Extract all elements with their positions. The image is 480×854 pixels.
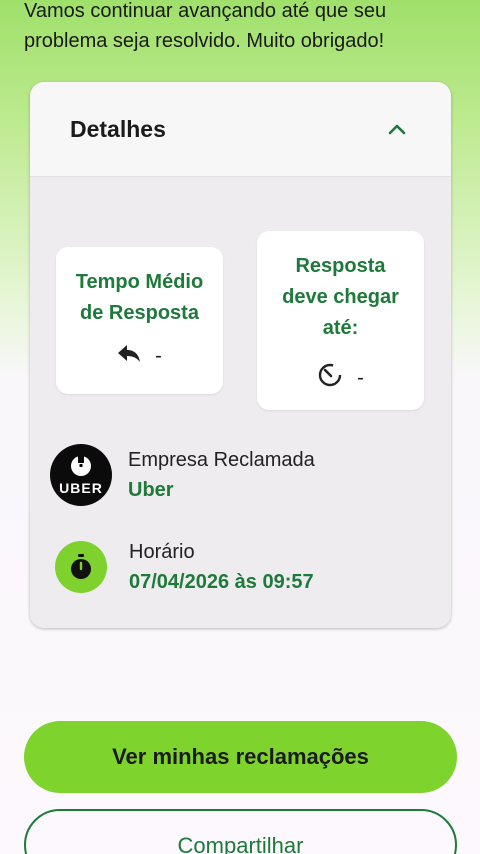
share-button[interactable]: Compartilhar — [24, 809, 457, 854]
stopwatch-icon — [55, 541, 107, 593]
avg-response-title: Tempo Médio de Resposta — [75, 271, 204, 324]
reply-arrow-icon — [117, 343, 141, 369]
details-header[interactable]: Detalhes — [30, 82, 451, 177]
uber-logo-text: UBER — [59, 480, 103, 496]
intro-text: Vamos continuar avançando até que seu pr… — [24, 0, 387, 52]
time-label: Horário — [129, 541, 195, 563]
avg-response-value: - — [155, 344, 162, 367]
company-label: Empresa Reclamada — [128, 449, 315, 471]
details-title: Detalhes — [70, 115, 166, 142]
details-card: Detalhes Tempo Médio de Resposta - Respo… — [30, 82, 451, 628]
response-deadline-title: Resposta deve chegar até: — [282, 255, 399, 339]
countdown-timer-icon — [317, 362, 343, 394]
chevron-up-icon[interactable] — [387, 119, 407, 139]
time-value: 07/04/2026 às 09:57 — [129, 571, 314, 593]
avg-response-card: Tempo Médio de Resposta - — [56, 247, 223, 394]
uber-logo: UBER — [50, 444, 112, 506]
response-deadline-card: Resposta deve chegar até: - — [257, 231, 424, 410]
time-row: Horário 07/04/2026 às 09:57 — [50, 537, 314, 597]
response-deadline-value: - — [357, 366, 364, 389]
company-row: UBER Empresa Reclamada Uber — [50, 444, 315, 506]
company-value: Uber — [128, 479, 174, 501]
view-complaints-button[interactable]: Ver minhas reclamações — [24, 721, 457, 793]
